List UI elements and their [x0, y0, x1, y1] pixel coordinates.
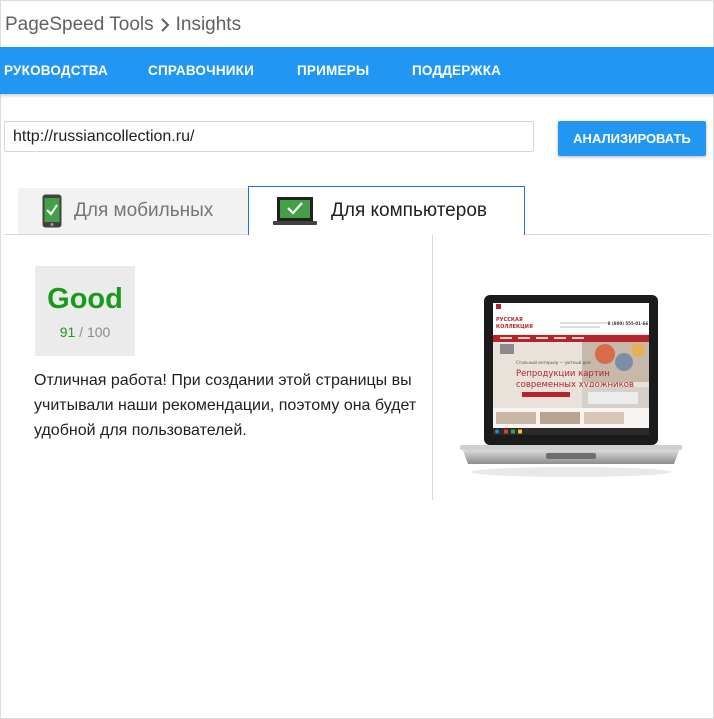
- breadcrumb-current: Insights: [175, 14, 242, 35]
- score-separator: /: [79, 324, 87, 340]
- url-input[interactable]: [4, 121, 534, 152]
- laptop-illustration: РУССКАЯ КОЛЛЕКЦИЯ 8 (800) 555-01-66 Стил…: [460, 295, 682, 477]
- preview-tagline: Стильный интерьер — уютный дом: [516, 360, 591, 365]
- nav-item-examples[interactable]: ПРИМЕРЫ: [297, 47, 369, 94]
- score-number: 91 / 100: [35, 324, 135, 340]
- desktop-preview: РУССКАЯ КОЛЛЕКЦИЯ 8 (800) 555-01-66 Стил…: [460, 292, 682, 507]
- score-value: 91: [59, 324, 76, 340]
- analyze-button[interactable]: АНАЛИЗИРОВАТЬ: [558, 121, 706, 156]
- score-max: 100: [86, 324, 111, 340]
- score-grade: Good: [47, 283, 123, 315]
- tab-desktop-label: Для компьютеров: [331, 200, 487, 221]
- tab-mobile-label: Для мобильных: [74, 200, 214, 221]
- desktop-check-icon: [273, 196, 317, 226]
- preview-phone: 8 (800) 555-01-66: [608, 321, 649, 326]
- tab-desktop[interactable]: Для компьютеров: [248, 186, 525, 235]
- chevron-right-icon: [154, 14, 176, 36]
- preview-brand-2: КОЛЛЕКЦИЯ: [496, 324, 533, 330]
- summary-text: Отличная работа! При создании этой стран…: [34, 372, 417, 439]
- breadcrumb-root[interactable]: PageSpeed Tools: [5, 14, 154, 36]
- nav-item-guides[interactable]: РУКОВОДСТВА: [4, 47, 108, 94]
- nav-item-reference[interactable]: СПРАВОЧНИКИ: [148, 47, 254, 94]
- breadcrumb: PageSpeed Tools Insights: [5, 12, 241, 38]
- tab-mobile[interactable]: Для мобильных: [18, 188, 248, 234]
- nav-item-support[interactable]: ПОДДЕРЖКА: [412, 47, 501, 94]
- mobile-check-icon: [42, 194, 62, 228]
- panel-divider: [432, 235, 433, 500]
- preview-headline-1: Репродукции картин: [516, 369, 610, 379]
- score-box: Good 91 / 100: [35, 266, 135, 356]
- preview-brand-1: РУССКАЯ: [496, 317, 523, 323]
- top-nav: РУКОВОДСТВА СПРАВОЧНИКИ ПРИМЕРЫ ПОДДЕРЖК…: [0, 47, 714, 94]
